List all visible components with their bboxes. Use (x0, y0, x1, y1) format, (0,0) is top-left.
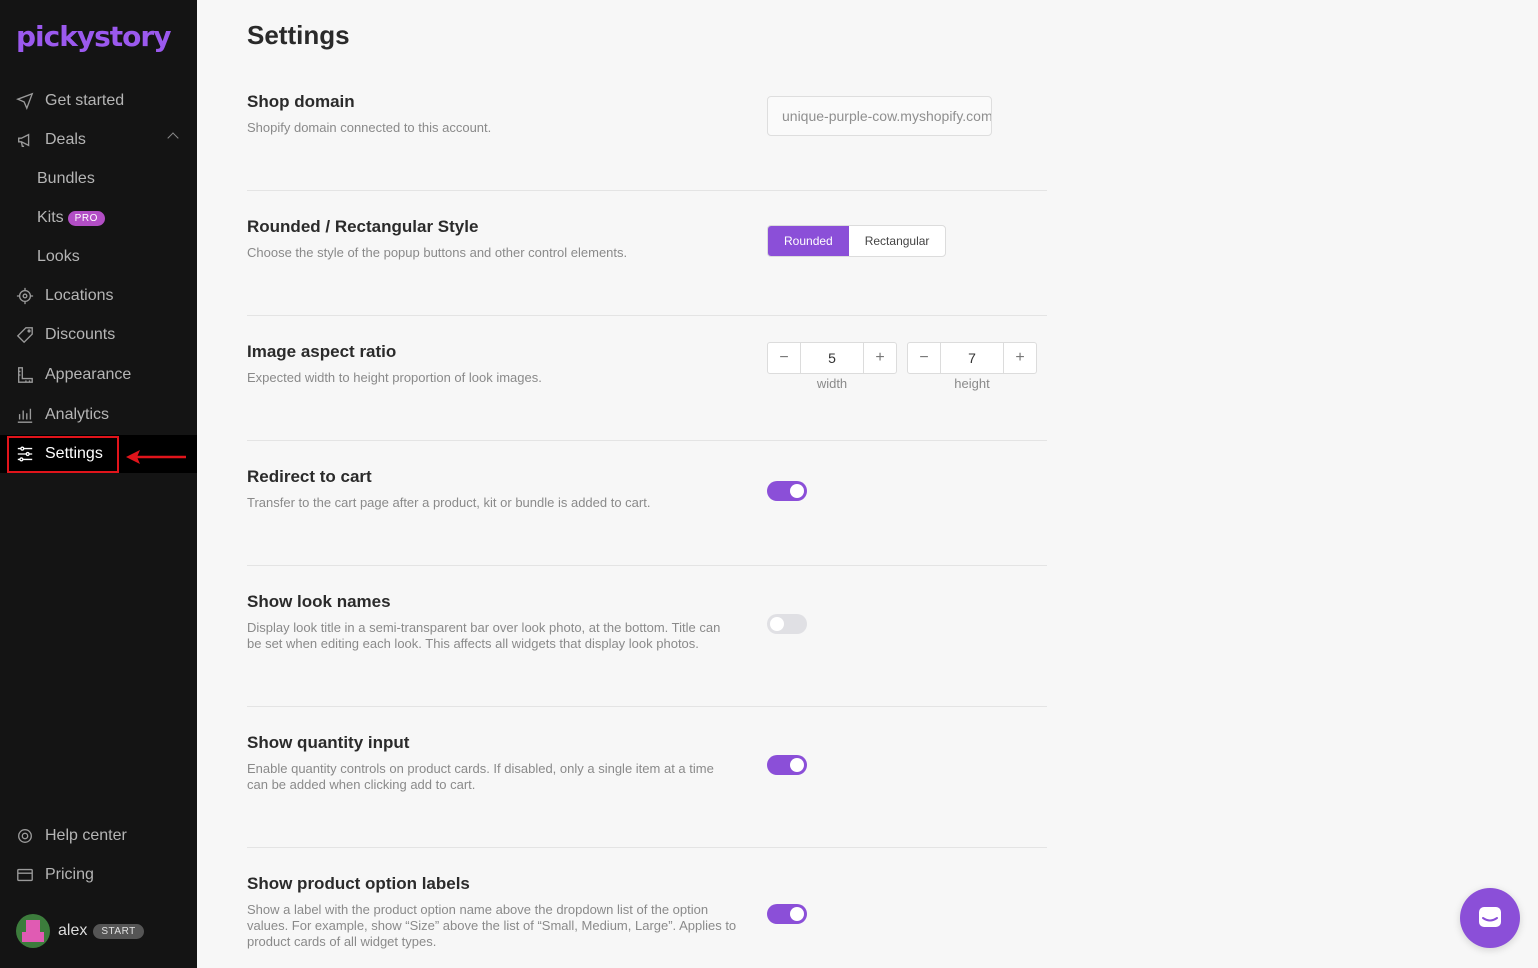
plan-badge: START (93, 923, 144, 939)
tag-icon (15, 325, 35, 345)
setting-description: Choose the style of the popup buttons an… (247, 245, 628, 260)
sidebar-item-label: Pricing (45, 866, 94, 883)
width-label: width (816, 376, 848, 391)
sidebar-item-settings[interactable]: Settings (0, 435, 197, 473)
decrement-button[interactable]: − (768, 343, 800, 373)
sidebar-item-pricing[interactable]: Pricing (0, 856, 197, 894)
page-title: Settings (247, 20, 350, 50)
chat-icon (1479, 907, 1501, 927)
avatar (16, 914, 50, 948)
rectangular-option[interactable]: Rectangular (849, 226, 946, 256)
setting-description: Enable quantity controls on product card… (247, 761, 714, 792)
sidebar: pickystory Get started Deals Bundles Kit… (0, 0, 197, 968)
setting-title: Show quantity input (247, 733, 410, 752)
setting-description: Expected width to height proportion of l… (247, 370, 542, 385)
sidebar-item-discounts[interactable]: Discounts (0, 316, 197, 354)
ruler-icon (15, 365, 35, 385)
option-labels-toggle[interactable] (767, 904, 807, 924)
sidebar-item-label: Locations (45, 287, 114, 304)
height-value[interactable]: 7 (940, 343, 1004, 373)
sidebar-item-label: Bundles (37, 170, 95, 187)
setting-quantity-input: Show quantity input Enable quantity cont… (247, 733, 1047, 793)
rounded-option[interactable]: Rounded (768, 226, 849, 256)
main-content: Settings Shop domain Shopify domain conn… (197, 0, 1538, 968)
divider (247, 440, 1047, 441)
sidebar-item-label: Analytics (45, 406, 110, 423)
logo[interactable]: pickystory (16, 16, 171, 56)
height-stepper: − 7 + (907, 342, 1037, 374)
sidebar-item-label: Settings (45, 445, 103, 462)
sidebar-item-help-center[interactable]: Help center (0, 817, 197, 855)
look-names-toggle[interactable] (767, 614, 807, 634)
toggle-knob (790, 758, 804, 772)
redirect-toggle[interactable] (767, 481, 807, 501)
sidebar-item-locations[interactable]: Locations (0, 277, 197, 315)
sidebar-item-bundles[interactable]: Bundles (37, 164, 95, 194)
toggle-knob (790, 907, 804, 921)
sidebar-item-label: Discounts (45, 326, 116, 343)
sliders-icon (15, 444, 35, 464)
lifebuoy-icon (15, 826, 35, 846)
divider (247, 706, 1047, 707)
quantity-toggle[interactable] (767, 755, 807, 775)
send-icon (15, 91, 35, 111)
sidebar-item-label: Help center (45, 827, 127, 844)
pro-badge: PRO (67, 210, 105, 226)
bars-icon (15, 405, 35, 425)
sidebar-item-label: Get started (45, 92, 125, 109)
divider (247, 315, 1047, 316)
sidebar-item-get-started[interactable]: Get started (0, 82, 197, 120)
logo-text: pickystory (16, 19, 171, 53)
megaphone-icon (15, 130, 35, 150)
setting-title: Show product option labels (247, 874, 470, 893)
sidebar-item-label: Kits (37, 209, 64, 226)
style-segmented-control: Rounded Rectangular (767, 225, 947, 257)
setting-title: Show look names (247, 592, 391, 611)
sidebar-item-analytics[interactable]: Analytics (0, 396, 197, 434)
toggle-knob (770, 617, 784, 631)
divider (247, 190, 1047, 191)
setting-redirect-to-cart: Redirect to cart Transfer to the cart pa… (247, 467, 1047, 511)
sidebar-item-label: Appearance (45, 366, 132, 383)
setting-option-labels: Show product option labels Show a label … (247, 874, 1047, 950)
toggle-knob (790, 484, 804, 498)
user-name: alex (58, 922, 88, 939)
sidebar-item-deals[interactable]: Deals (0, 121, 197, 159)
setting-look-names: Show look names Display look title in a … (247, 592, 1047, 652)
sidebar-item-kits[interactable]: Kits PRO (37, 203, 105, 233)
increment-button[interactable]: + (864, 343, 896, 373)
target-icon (15, 286, 35, 306)
increment-button[interactable]: + (1004, 343, 1036, 373)
setting-title: Redirect to cart (247, 467, 372, 486)
divider (247, 565, 1047, 566)
sidebar-item-appearance[interactable]: Appearance (0, 356, 197, 394)
chat-launcher-button[interactable] (1460, 888, 1520, 948)
sidebar-item-looks[interactable]: Looks (37, 242, 80, 272)
height-label: height (954, 376, 990, 391)
sidebar-item-label: Looks (37, 248, 80, 265)
user-menu[interactable]: alex START (16, 914, 144, 948)
setting-description: Transfer to the cart page after a produc… (247, 495, 651, 510)
card-icon (15, 865, 35, 885)
divider (247, 847, 1047, 848)
width-value[interactable]: 5 (800, 343, 864, 373)
setting-description: Shopify domain connected to this account… (247, 120, 492, 135)
width-stepper: − 5 + (767, 342, 897, 374)
decrement-button[interactable]: − (908, 343, 940, 373)
chevron-up-icon[interactable] (167, 132, 179, 144)
shop-domain-input[interactable]: unique-purple-cow.myshopify.com (767, 96, 992, 136)
sidebar-item-label: Deals (45, 131, 86, 148)
setting-description: Display look title in a semi-transparent… (247, 620, 721, 651)
setting-description: Show a label with the product option nam… (247, 902, 737, 949)
